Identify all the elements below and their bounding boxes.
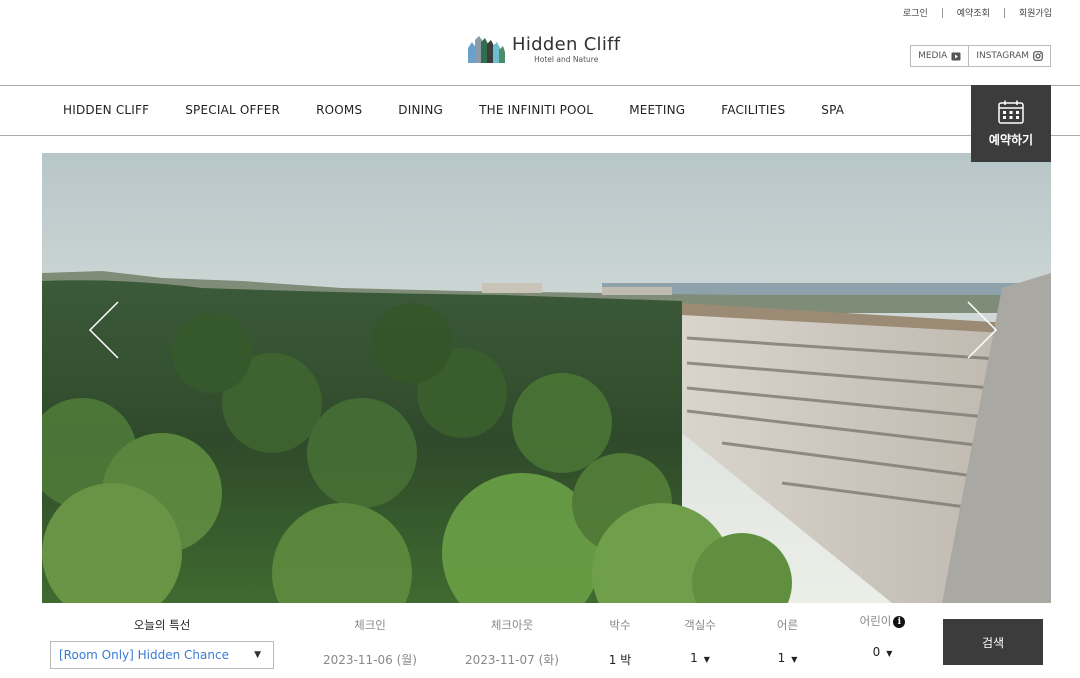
nav-item-hidden-cliff[interactable]: HIDDEN CLIFF: [63, 103, 149, 117]
adults-value: 1: [777, 651, 786, 665]
checkout-value: 2023-11-07 (화): [465, 653, 559, 667]
rooms-field[interactable]: 객실수 1 ▼: [665, 617, 735, 665]
chevron-left-icon: [88, 301, 119, 359]
chevron-right-icon: [967, 301, 998, 359]
nav-item-rooms[interactable]: ROOMS: [316, 103, 362, 117]
media-button[interactable]: MEDIA: [910, 45, 970, 67]
nav-item-meeting[interactable]: MEETING: [629, 103, 685, 117]
logo-mark-icon: [468, 36, 505, 63]
checkout-label: 체크아웃: [490, 618, 534, 632]
adults-label: 어른: [776, 618, 799, 632]
rooms-label: 객실수: [684, 618, 716, 632]
video-icon: [951, 52, 961, 60]
checkin-field[interactable]: 체크인 2023-11-06 (월): [310, 617, 430, 668]
nights-label: 박수: [609, 618, 631, 632]
booking-bar: 오늘의 특선 [Room Only] Hidden Chance ▼ 체크인 2…: [0, 603, 1080, 678]
todays-special: 오늘의 특선: [50, 617, 274, 633]
divider: [1003, 7, 1005, 18]
checkin-value: 2023-11-06 (월): [323, 653, 417, 667]
nav-item-facilities[interactable]: FACILITIES: [721, 103, 785, 117]
book-now-label: 예약하기: [988, 132, 1034, 147]
caret-down-icon: ▼: [703, 655, 710, 664]
site-logo[interactable]: Hidden Cliff Hotel and Nature: [466, 34, 620, 64]
logo-name: Hidden Cliff: [512, 33, 621, 55]
utility-links: 로그인 예약조회 회원가입: [903, 6, 1052, 19]
search-button[interactable]: 검색: [943, 619, 1043, 665]
nav-item-special-offer[interactable]: SPECIAL OFFER: [185, 103, 280, 117]
children-label: 어린이: [859, 614, 892, 628]
todays-special-label: 오늘의 특선: [133, 618, 191, 632]
instagram-label: INSTAGRAM: [976, 51, 1029, 61]
children-field[interactable]: 어린이 i 0 ▼: [840, 613, 925, 659]
caret-down-icon: ▼: [886, 649, 893, 658]
calendar-icon: [998, 100, 1024, 124]
nights-field: 박수 1 박: [590, 617, 650, 668]
instagram-button[interactable]: INSTAGRAM: [969, 45, 1051, 67]
nights-value: 1 박: [608, 653, 632, 667]
hero-prev-arrow[interactable]: [88, 300, 120, 360]
hero-next-arrow[interactable]: [966, 300, 998, 360]
search-label: 검색: [981, 635, 1005, 650]
info-icon[interactable]: i: [893, 616, 906, 628]
instagram-icon: [1033, 51, 1043, 61]
logo-tagline: Hotel and Nature: [534, 54, 599, 64]
reservation-check-link[interactable]: 예약조회: [957, 6, 990, 19]
special-offer-select[interactable]: [Room Only] Hidden Chance ▼: [50, 641, 274, 669]
media-label: MEDIA: [918, 51, 948, 61]
nav-item-dining[interactable]: DINING: [398, 103, 443, 117]
book-now-button[interactable]: 예약하기: [971, 85, 1051, 162]
signup-link[interactable]: 회원가입: [1019, 6, 1052, 19]
login-link[interactable]: 로그인: [903, 6, 928, 19]
checkout-field[interactable]: 체크아웃 2023-11-07 (화): [452, 617, 572, 668]
social-links: MEDIA INSTAGRAM: [910, 45, 1051, 67]
hero-image: [42, 153, 1051, 603]
adults-field[interactable]: 어른 1 ▼: [755, 617, 820, 665]
divider: [941, 7, 943, 18]
nav-item-infiniti-pool[interactable]: THE INFINITI POOL: [479, 103, 593, 117]
children-value: 0: [872, 645, 881, 659]
caret-down-icon: ▼: [254, 650, 261, 660]
caret-down-icon: ▼: [791, 655, 798, 664]
special-offer-value: [Room Only] Hidden Chance: [59, 648, 229, 662]
checkin-label: 체크인: [354, 618, 386, 632]
rooms-value: 1: [690, 651, 698, 665]
nav-item-spa[interactable]: SPA: [821, 103, 844, 117]
main-nav: HIDDEN CLIFF SPECIAL OFFER ROOMS DINING …: [0, 85, 1080, 136]
